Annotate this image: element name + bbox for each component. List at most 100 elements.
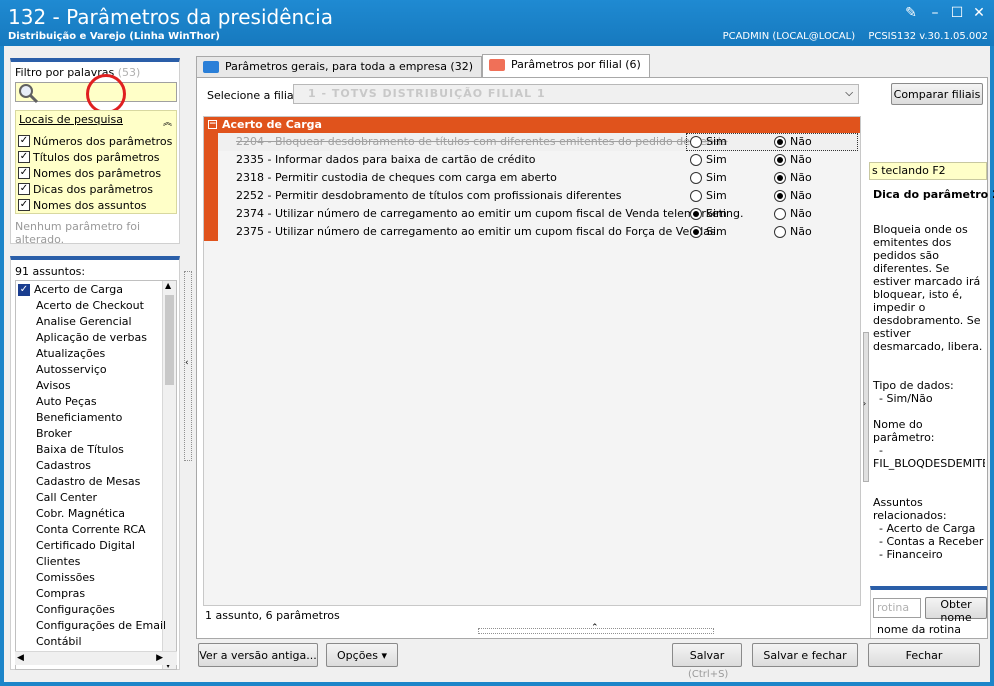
window-subtitle: Distribuição e Varejo (Linha WinThor) — [8, 31, 220, 42]
scroll-left-icon[interactable]: ◀ — [17, 653, 24, 663]
tab-parametros-gerais[interactable]: Parâmetros gerais, para toda a empresa (… — [196, 56, 483, 78]
subject-item[interactable]: Configurações — [36, 603, 115, 619]
radio-sim[interactable] — [690, 154, 702, 166]
edit-icon[interactable]: ✎ — [900, 4, 922, 22]
close-icon[interactable]: ✕ — [968, 4, 990, 22]
scroll-right-icon[interactable]: ▶ — [156, 653, 163, 663]
bottom-splitter[interactable]: ⌃ — [478, 623, 714, 634]
radio-nao-label: Não — [790, 207, 812, 220]
subject-item[interactable]: Analise Gerencial — [36, 315, 132, 331]
checkbox-icon[interactable]: ✓ — [18, 199, 30, 211]
subject-item[interactable]: Broker — [36, 427, 72, 443]
filter-label: Filtro por palavras (53) — [15, 66, 140, 79]
hint-splitter[interactable]: › — [863, 332, 869, 482]
panel-splitter[interactable]: ‹ — [184, 271, 192, 461]
checkbox-icon[interactable]: ✓ — [18, 151, 30, 163]
parameter-row[interactable]: 2374 - Utilizar número de carregamento a… — [218, 205, 860, 223]
option-numeros[interactable]: ✓ Números dos parâmetros — [18, 133, 172, 149]
subject-item[interactable]: Atualizações — [36, 347, 105, 363]
subject-item[interactable]: Avisos — [36, 379, 71, 395]
radio-sim-label: Sim — [706, 189, 727, 202]
rotina-label: nome da rotina — [877, 623, 961, 636]
filial-label: Selecione a filial: — [207, 89, 301, 102]
radio-nao[interactable] — [774, 154, 786, 166]
filial-select[interactable]: 1 - TOTVS DISTRIBUIÇÃO FILIAL 1 ⌵ — [293, 84, 859, 104]
save-close-button[interactable]: Salvar e fechar — [752, 643, 858, 667]
parameter-row[interactable]: 2335 - Informar dados para baixa de cart… — [218, 151, 860, 169]
scroll-up-icon[interactable]: ▲ — [165, 281, 171, 290]
radio-nao[interactable] — [774, 226, 786, 238]
checkbox-icon[interactable]: ✓ — [18, 183, 30, 195]
subject-item[interactable]: Aplicação de verbas — [36, 331, 147, 347]
obter-nome-button[interactable]: Obter nome — [925, 597, 987, 624]
search-icon — [19, 84, 39, 104]
compare-filiais-button[interactable]: Comparar filiais — [891, 83, 983, 105]
radio-nao[interactable] — [774, 190, 786, 202]
radio-sim[interactable] — [690, 208, 702, 220]
subject-item[interactable]: Baixa de Títulos — [36, 443, 124, 459]
radio-nao-label: Não — [790, 171, 812, 184]
subject-item[interactable]: Cobr. Magnética — [36, 507, 125, 523]
version-label: PCSIS132 v.30.1.05.002 — [868, 31, 988, 42]
expand-right-icon[interactable]: › — [863, 399, 866, 408]
parameter-row[interactable]: 2252 - Permitir desdobramento de títulos… — [218, 187, 860, 205]
collapse-icon[interactable]: ︽ — [163, 115, 172, 128]
scroll-thumb[interactable] — [165, 295, 174, 385]
subject-item[interactable]: ✓ Acerto de Carga — [18, 283, 123, 299]
subject-item[interactable]: Clientes — [36, 555, 80, 571]
hint-related-1: - Contas a Receber — [879, 535, 984, 548]
checkbox-icon[interactable]: ✓ — [18, 167, 30, 179]
title-bar: 132 - Parâmetros da presidência Distribu… — [0, 0, 994, 46]
option-dicas[interactable]: ✓ Dicas dos parâmetros — [18, 181, 153, 197]
subject-item[interactable]: Compras — [36, 587, 85, 603]
radio-nao-label: Não — [790, 153, 812, 166]
subject-item[interactable]: Certificado Digital — [36, 539, 135, 555]
minimize-icon[interactable]: – — [924, 4, 946, 22]
horizontal-scrollbar[interactable]: ◀ ▶ — [15, 651, 177, 665]
subjects-list[interactable]: ▲ ▼ ✓Acerto de CargaAcerto de CheckoutAn… — [15, 280, 177, 670]
close-button[interactable]: Fechar — [868, 643, 980, 667]
parameter-row[interactable]: 2204 - Bloquear desdobramento de títulos… — [218, 133, 860, 151]
expand-up-icon[interactable]: ⌃ — [591, 623, 599, 633]
subject-item[interactable]: Beneficiamento — [36, 411, 122, 427]
radio-nao[interactable] — [774, 208, 786, 220]
hint-title: Dica do parâmetro 2 — [873, 188, 994, 201]
checkbox-icon[interactable]: ✓ — [18, 135, 30, 147]
hint-type-label: Tipo de dados: — [873, 379, 954, 392]
old-version-button[interactable]: Ver a versão antiga... — [198, 643, 318, 667]
radio-sim-label: Sim — [706, 171, 727, 184]
option-nomes[interactable]: ✓ Nomes dos parâmetros — [18, 165, 161, 181]
cursor-highlight — [86, 74, 126, 114]
subject-item[interactable]: Auto Peças — [36, 395, 97, 411]
group-header[interactable]: − Acerto de Carga — [204, 117, 860, 133]
client-area: Filtro por palavras (53) Locais de pesqu… — [4, 46, 994, 682]
subject-item[interactable]: Conta Corrente RCA — [36, 523, 146, 539]
collapse-group-icon[interactable]: − — [208, 120, 217, 129]
rotina-input[interactable]: rotina — [873, 598, 921, 618]
subject-item[interactable]: Autosserviço — [36, 363, 107, 379]
subject-item[interactable]: Comissões — [36, 571, 95, 587]
parameter-row[interactable]: 2318 - Permitir custodia de cheques com … — [218, 169, 860, 187]
checkbox-icon[interactable]: ✓ — [18, 284, 30, 296]
option-titulos[interactable]: ✓ Títulos dos parâmetros — [18, 149, 160, 165]
radio-sim[interactable] — [690, 190, 702, 202]
subject-item[interactable]: Configurações de Email — [36, 619, 166, 635]
maximize-icon[interactable]: ☐ — [946, 4, 968, 22]
subject-item[interactable]: Contábil — [36, 635, 82, 651]
vertical-scrollbar[interactable]: ▲ ▼ — [162, 281, 176, 669]
subject-item[interactable]: Cadastros — [36, 459, 91, 475]
parameter-row[interactable]: 2375 - Utilizar número de carregamento a… — [218, 223, 860, 241]
save-button[interactable]: Salvar — [672, 643, 742, 667]
radio-sim[interactable] — [690, 226, 702, 238]
collapse-left-icon[interactable]: ‹ — [185, 358, 189, 368]
subject-item[interactable]: Call Center — [36, 491, 97, 507]
tab-parametros-filial[interactable]: Parâmetros por filial (6) — [482, 54, 650, 78]
options-button[interactable]: Opções ▾ — [326, 643, 398, 667]
radio-nao[interactable] — [774, 172, 786, 184]
subject-item[interactable]: Cadastro de Mesas — [36, 475, 140, 491]
chevron-down-icon[interactable]: ⌵ — [845, 85, 854, 103]
option-assuntos[interactable]: ✓ Nomes dos assuntos — [18, 197, 147, 213]
subject-item[interactable]: Acerto de Checkout — [36, 299, 144, 315]
radio-sim[interactable] — [690, 172, 702, 184]
user-name: PCADMIN (LOCAL@LOCAL) — [722, 31, 856, 42]
